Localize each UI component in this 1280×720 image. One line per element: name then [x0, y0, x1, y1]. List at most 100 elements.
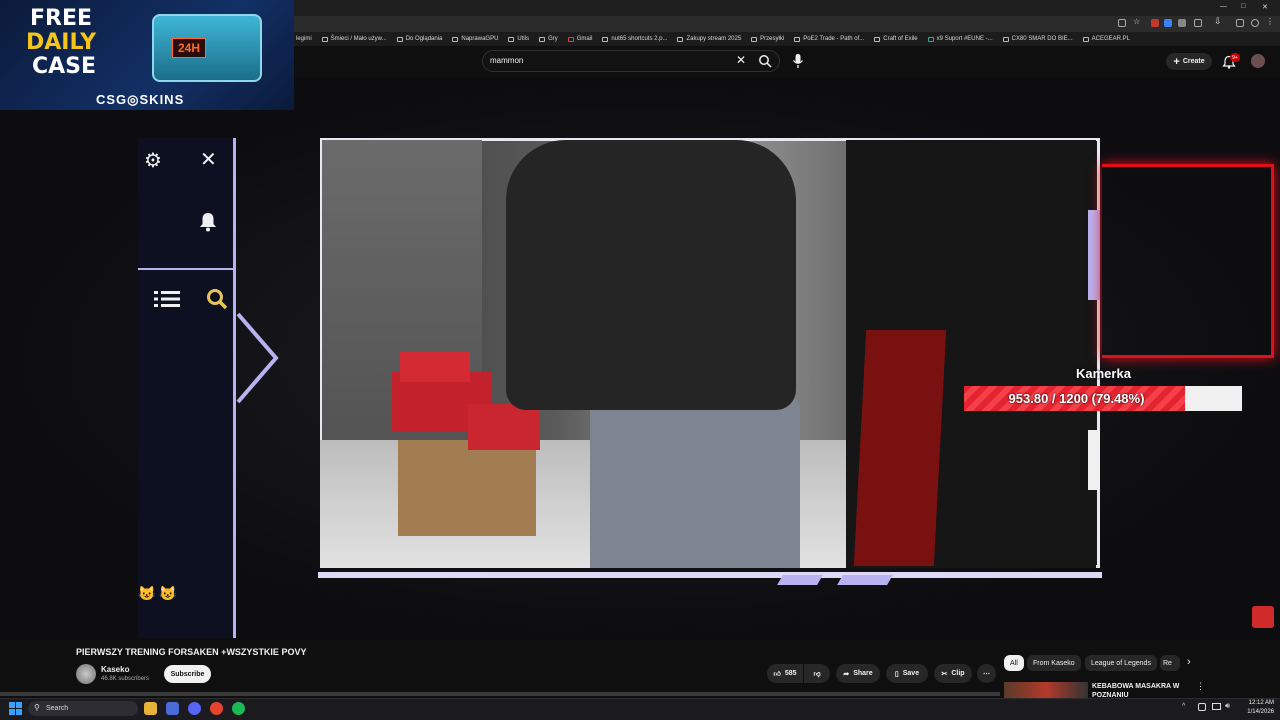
case-chest-image: [152, 14, 262, 82]
tray-app-icon[interactable]: [1198, 703, 1206, 711]
windows-start-icon[interactable]: [9, 702, 22, 715]
channel-name[interactable]: Kaseko: [101, 665, 129, 674]
overlay-frame-accent: [1088, 210, 1100, 300]
goal-progress-text: 953.80 / 1200 (79.48%): [1008, 391, 1145, 406]
download-icon[interactable]: ⇩: [1214, 16, 1222, 26]
search-icon: ⚲: [34, 703, 40, 712]
red-boxes: [400, 352, 470, 382]
spotify-icon[interactable]: [232, 702, 245, 715]
bookmark-item[interactable]: CX80 SMAR DO BIE...: [1002, 36, 1073, 42]
maximize-icon[interactable]: □: [1241, 3, 1245, 10]
chip-from-kaseko[interactable]: From Kaseko: [1027, 655, 1081, 671]
scissors-icon: ✂: [941, 670, 948, 678]
recommended-video-title[interactable]: KEBABOWA MASAKRA W POZNANIU: [1092, 682, 1182, 698]
ad-text: CASE: [32, 54, 97, 79]
ad-banner[interactable]: FREE DAILY CASE 24H CSG◎SKINS: [0, 0, 294, 110]
notification-badge: 9+: [1230, 53, 1240, 62]
monitor-icon[interactable]: [1212, 703, 1221, 710]
chip-all[interactable]: All: [1004, 655, 1024, 671]
bookmark-item[interactable]: Przesyłki: [751, 36, 784, 42]
reading-list-icon[interactable]: [1236, 19, 1244, 27]
bookmark-item[interactable]: Utils: [508, 36, 529, 42]
red-boxes: [468, 404, 540, 450]
bookmark-item[interactable]: PoE2 Trade - Path of...: [794, 36, 864, 42]
save-button[interactable]: ▯ Save: [886, 664, 928, 683]
like-button[interactable]: 👍︎ 585: [767, 664, 803, 683]
bookmark-item[interactable]: Do Oglądania: [396, 36, 442, 42]
volume-icon[interactable]: 🔊︎: [1225, 701, 1230, 711]
folder-icon: [539, 36, 546, 42]
page-icon: [874, 36, 881, 42]
channel-avatar[interactable]: [76, 664, 96, 684]
folder-icon: [751, 36, 758, 42]
more-options-icon[interactable]: ⋮: [1196, 681, 1205, 692]
ad-text: DAILY: [26, 30, 96, 55]
bookmark-item[interactable]: NaprawaGPU: [452, 36, 498, 42]
microphone-icon[interactable]: [792, 53, 804, 69]
page-icon: [794, 36, 801, 42]
page-icon: [1082, 36, 1089, 42]
clear-search-icon[interactable]: ✕: [736, 53, 746, 67]
clock-time[interactable]: 12:12 AM: [1240, 700, 1274, 706]
ad-timer: 24H: [172, 38, 206, 58]
account-avatar[interactable]: [1251, 54, 1265, 68]
bookmark-item[interactable]: Craft of Exile: [874, 36, 918, 42]
folder-icon: [396, 36, 403, 42]
subscribe-watermark-icon[interactable]: [1252, 606, 1274, 628]
clock-date[interactable]: 1/14/2026: [1240, 709, 1274, 715]
page-icon: [927, 36, 934, 42]
bell-icon: [200, 213, 216, 232]
overlay-frame-accent: [777, 575, 823, 585]
search-icon[interactable]: [758, 54, 772, 68]
dislike-button[interactable]: 👎︎: [804, 664, 830, 683]
chevron-right-icon[interactable]: ›: [1187, 656, 1191, 668]
overlay-frame-accent: [837, 575, 893, 585]
share-icon: ➦: [843, 670, 850, 678]
extensions-puzzle-icon[interactable]: [1194, 19, 1202, 27]
file-explorer-icon[interactable]: [144, 702, 157, 715]
ad-brand-logo: CSG◎SKINS: [96, 92, 185, 107]
chip-league-of-legends[interactable]: League of Legends: [1085, 655, 1157, 671]
browser-menu-icon[interactable]: ⋮: [1266, 17, 1274, 26]
bookmark-item[interactable]: Śmieci / Mało używ...: [321, 36, 387, 42]
tray-chevron-icon[interactable]: ^: [1182, 703, 1185, 710]
taskbar-search[interactable]: Search: [28, 701, 138, 716]
create-button[interactable]: + Create: [1166, 53, 1212, 70]
recommended-video-thumbnail[interactable]: [1004, 682, 1088, 698]
app-icon[interactable]: [166, 702, 179, 715]
chrome-icon[interactable]: [210, 702, 223, 715]
profile-icon[interactable]: [1251, 19, 1259, 27]
horizontal-scrollbar[interactable]: [0, 692, 1000, 696]
extension-icon[interactable]: [1178, 19, 1186, 27]
bookmark-item[interactable]: nut65 shortcuts 2.p...: [602, 36, 667, 42]
close-window-icon[interactable]: ✕: [1262, 3, 1268, 11]
bookmark-icon: ▯: [894, 670, 899, 678]
install-icon[interactable]: [1118, 19, 1126, 27]
bookmark-item[interactable]: Gmail: [567, 36, 592, 42]
panel-divider: [138, 268, 236, 270]
search-query[interactable]: mammon: [490, 56, 523, 65]
bookmark-item[interactable]: Zakupy stream 2025: [677, 36, 741, 42]
bookmark-star-icon[interactable]: ☆: [1133, 17, 1141, 26]
page-icon: [602, 36, 609, 42]
bookmark-item[interactable]: ACEGEAR.PL: [1082, 36, 1130, 42]
clip-button[interactable]: ✂ Clip: [934, 664, 972, 683]
bookmark-item[interactable]: Gry: [539, 36, 558, 42]
arrow-decoration: [236, 312, 279, 404]
discord-icon[interactable]: [188, 702, 201, 715]
thumbs-up-icon: 👍︎: [773, 671, 781, 678]
goal-label: Kamerka: [1076, 366, 1131, 381]
folder-icon: [677, 36, 684, 42]
minimize-icon[interactable]: —: [1220, 3, 1227, 10]
gaming-chair: [853, 330, 947, 566]
extension-icon[interactable]: [1151, 19, 1159, 27]
share-button[interactable]: ➦ Share: [836, 664, 880, 683]
chip-partial[interactable]: Re: [1160, 655, 1180, 671]
close-icon: ✕: [200, 149, 217, 171]
bookmark-item[interactable]: legimi: [296, 36, 312, 42]
subscribe-button[interactable]: Subscribe: [164, 665, 211, 683]
bookmark-item[interactable]: x9 Suport #EUNE -...: [927, 36, 993, 42]
extension-icon[interactable]: [1164, 19, 1172, 27]
stream-side-panel: [138, 138, 236, 638]
more-actions-button[interactable]: ⋯: [977, 664, 996, 683]
